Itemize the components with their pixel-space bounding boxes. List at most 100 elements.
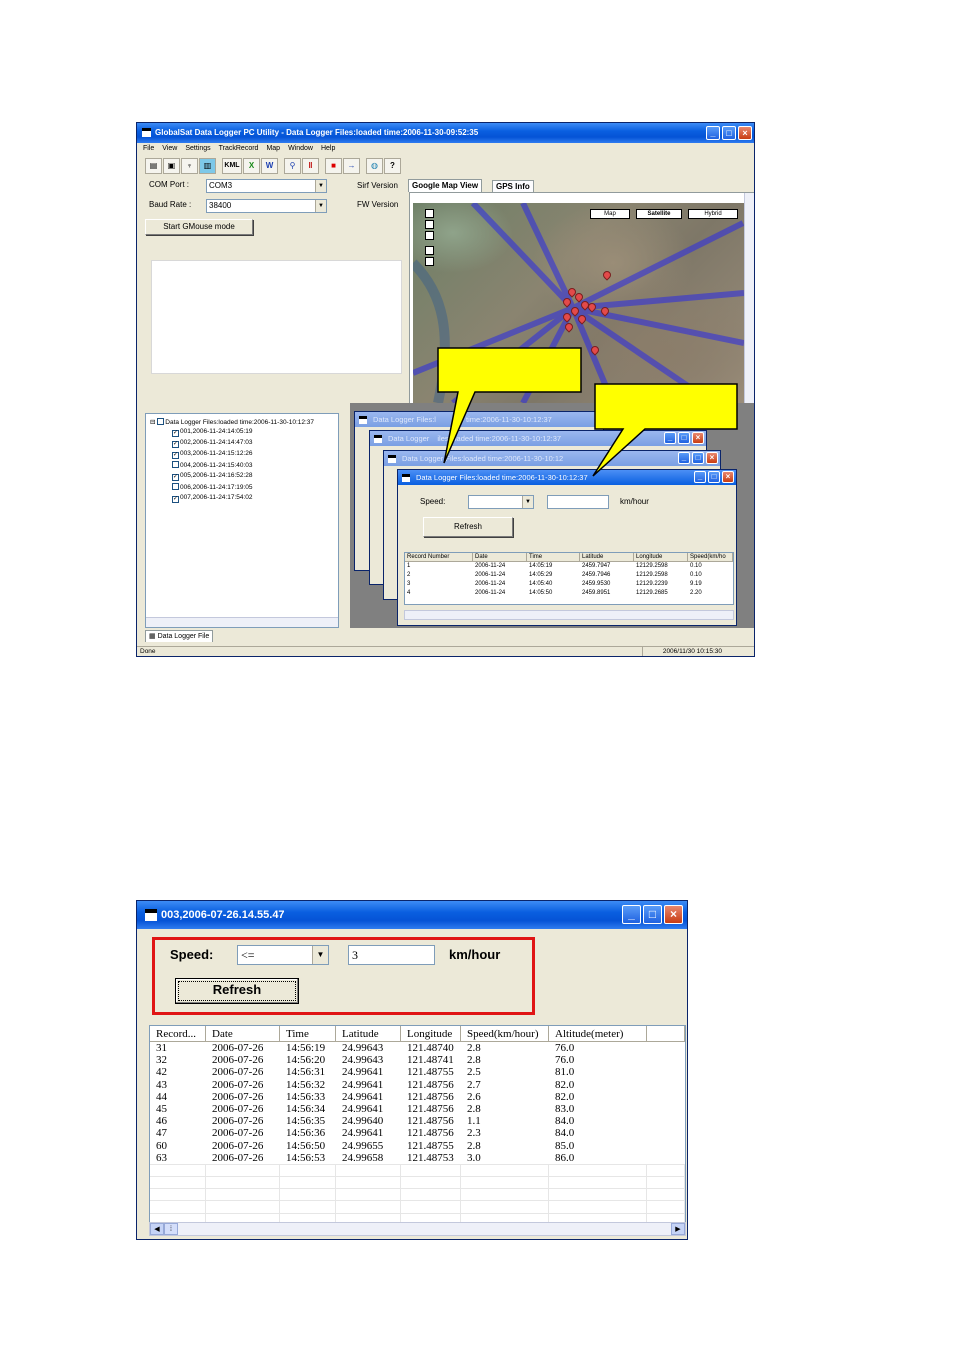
open-icon[interactable]: ▤ (145, 158, 162, 174)
table-row[interactable]: 32 2006-07-26 14:56:20 24.99643 121.48741 2.8… (150, 1054, 685, 1066)
tree-item[interactable]: ✓ 003,2006-11-24:15:12:26 (172, 450, 253, 459)
map-type-satellite[interactable]: Satellite (636, 209, 682, 219)
table-cell: 2459.8951 (582, 590, 611, 596)
table-row[interactable]: 43 2006-07-26 14:56:32 24.99641 121.48756 2.7… (150, 1079, 685, 1091)
tree-item[interactable]: 006,2006-11-24:17:19:05 (172, 483, 253, 491)
table-row[interactable]: 2 2006-11-24 14:05:29 2459.7946 12129.2598 0.… (405, 571, 733, 580)
excel-icon[interactable]: X (243, 158, 260, 174)
table-cell: 121.48755 (407, 1139, 454, 1152)
table-header: Record Number Date Time Latitude Longitu… (405, 553, 733, 562)
menu-help[interactable]: Help (321, 143, 335, 155)
speed-value-input[interactable]: 3 (348, 945, 435, 965)
data-icon[interactable]: ▥ (199, 158, 216, 174)
speed-value-input[interactable] (547, 495, 609, 509)
table-row[interactable]: 45 2006-07-26 14:56:34 24.99641 121.48756 2.8… (150, 1103, 685, 1115)
column-header[interactable]: Latitude (580, 553, 634, 561)
table-cell: 24.99658 (342, 1151, 384, 1164)
table-row[interactable]: 3 2006-11-24 14:05:40 2459.9530 12129.2239 9.… (405, 580, 733, 589)
table-row[interactable]: 31 2006-07-26 14:56:19 24.99643 121.48740 2.8… (150, 1042, 685, 1054)
pin-icon[interactable]: ♆ (181, 158, 198, 174)
close-button[interactable]: × (664, 905, 683, 924)
tree-item[interactable]: ✓ 002,2006-11-24:14:47:03 (172, 439, 253, 448)
table-horizontal-scrollbar[interactable] (404, 610, 734, 620)
com-port-select[interactable]: COM3 ▼ (206, 179, 327, 193)
maximize-button[interactable]: □ (643, 905, 662, 924)
globe-icon[interactable]: ◍ (366, 158, 383, 174)
baud-rate-select[interactable]: 38400 ▼ (206, 199, 327, 213)
column-header[interactable]: Latitude (336, 1026, 401, 1041)
map-type-map[interactable]: Map (590, 209, 630, 219)
refresh-button[interactable]: Refresh (175, 978, 299, 1004)
menu-window[interactable]: Window (288, 143, 313, 155)
menu-map[interactable]: Map (266, 143, 280, 155)
table-cell: 14:05:29 (529, 572, 553, 578)
column-header-empty (647, 1026, 685, 1041)
speed-operator-select[interactable]: ▼ (468, 495, 534, 509)
map-vertical-scrollbar[interactable] (744, 193, 754, 403)
table-row[interactable]: 46 2006-07-26 14:56:35 24.99640 121.48756 1.1… (150, 1115, 685, 1127)
column-header[interactable]: Longitude (634, 553, 688, 561)
table-row[interactable]: 4 2006-11-24 14:05:50 2459.8951 12129.2685 2.… (405, 589, 733, 598)
map-pan-zoom-control[interactable] (425, 209, 435, 269)
column-header[interactable]: Speed(km/hour) (461, 1026, 549, 1041)
menu-trackrecord[interactable]: TrackRecord (219, 143, 259, 155)
table-row[interactable]: 42 2006-07-26 14:56:31 24.99641 121.48755 2.5… (150, 1066, 685, 1078)
scroll-left-icon[interactable]: ◀ (150, 1223, 164, 1235)
map-type-hybrid[interactable]: Hybrid (688, 209, 738, 219)
menu-file[interactable]: File (143, 143, 154, 155)
table-cell: 76.0 (555, 1042, 575, 1054)
minimize-button[interactable]: _ (706, 126, 720, 140)
column-header[interactable]: Longitude (401, 1026, 461, 1041)
main-title-bar[interactable]: GlobalSat Data Logger PC Utility - Data … (137, 123, 754, 143)
table-cell: 2.8 (467, 1042, 481, 1054)
tree-horizontal-scrollbar[interactable] (146, 617, 338, 627)
scroll-right-icon[interactable]: ▶ (671, 1223, 685, 1235)
column-header[interactable]: Record... (150, 1026, 206, 1041)
empty-table-row (150, 1163, 685, 1177)
column-header[interactable]: Date (206, 1026, 280, 1041)
word-icon[interactable]: W (261, 158, 278, 174)
tree-item[interactable]: ✓ 001,2006-11-24:14:05:19 (172, 428, 253, 437)
minimize-button[interactable]: _ (622, 905, 641, 924)
table-cell: 121.48756 (407, 1127, 454, 1140)
stop-icon[interactable]: ■ (325, 158, 342, 174)
tree-root[interactable]: ⊟ Data Logger Files:loaded time:2006-11-… (150, 418, 314, 426)
save-icon[interactable]: ▣ (163, 158, 180, 174)
table-cell: 60 (156, 1139, 167, 1152)
column-header[interactable]: Speed(km/ho (688, 553, 733, 561)
column-header[interactable]: Record Number (405, 553, 473, 561)
arrow-right-icon[interactable]: → (343, 158, 360, 174)
table-row[interactable]: 44 2006-07-26 14:56:33 24.99641 121.48756 2.6… (150, 1091, 685, 1103)
menu-settings[interactable]: Settings (185, 143, 210, 155)
table-cell: 121.48740 (407, 1042, 454, 1054)
column-header[interactable]: Time (527, 553, 580, 561)
table-row[interactable]: 60 2006-07-26 14:56:50 24.99655 121.48755 2.8… (150, 1140, 685, 1152)
table-cell: 14:56:20 (286, 1054, 326, 1067)
column-header[interactable]: Time (280, 1026, 336, 1041)
search-icon[interactable]: ⚲ (284, 158, 301, 174)
detail-title-bar[interactable]: 003,2006-07-26.14.55.47 _ □ × (137, 901, 687, 929)
refresh-button[interactable]: Refresh (423, 517, 513, 537)
table-row[interactable]: 47 2006-07-26 14:56:36 24.99641 121.48756 2.3… (150, 1127, 685, 1139)
tab-google-map-view[interactable]: Google Map View (408, 179, 483, 192)
baud-rate-label: Baud Rate : (149, 200, 192, 209)
scroll-thumb[interactable]: ⁞ (164, 1223, 178, 1235)
tree-item[interactable]: ✓ 007,2006-11-24:17:54:02 (172, 494, 253, 503)
start-gmouse-button[interactable]: Start GMouse mode (145, 219, 253, 235)
tree-item[interactable]: ✓ 005,2006-11-24:16:52:28 (172, 472, 253, 481)
table-row[interactable]: 1 2006-11-24 14:05:19 2459.7947 12129.2598 0.… (405, 562, 733, 571)
help-icon[interactable]: ? (384, 158, 401, 174)
maximize-button[interactable]: □ (722, 126, 736, 140)
speed-operator-select[interactable]: <= ▼ (237, 945, 329, 965)
tab-data-logger-file[interactable]: ▦ Data Logger File (145, 630, 214, 642)
menu-view[interactable]: View (162, 143, 177, 155)
column-header[interactable]: Date (473, 553, 527, 561)
tree-item[interactable]: 004,2006-11-24:15:40:03 (172, 461, 253, 469)
column-header[interactable]: Altitude(meter) (549, 1026, 647, 1041)
table-row[interactable]: 63 2006-07-26 14:56:53 24.99658 121.48753 3.0… (150, 1152, 685, 1164)
gauge-icon[interactable]: ‖ (302, 158, 319, 174)
kml-icon[interactable]: KML (222, 158, 242, 174)
child-window-active[interactable]: Data Logger Files:loaded time:2006-11-30… (397, 469, 737, 626)
table-horizontal-scrollbar[interactable]: ◀ ⁞ ▶ (149, 1222, 686, 1236)
close-button[interactable]: × (738, 126, 752, 140)
